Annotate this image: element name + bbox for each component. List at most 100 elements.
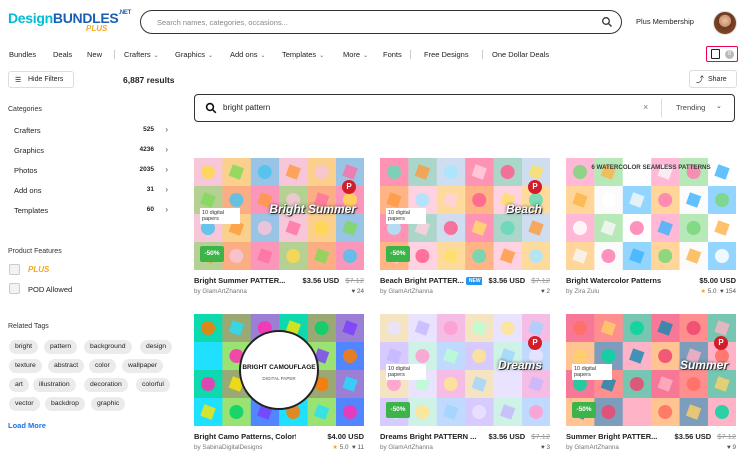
nav-item-deals[interactable]: Deals bbox=[53, 50, 72, 59]
chevron-right-icon: › bbox=[165, 185, 168, 194]
chevron-right-icon: › bbox=[165, 205, 168, 214]
nav-item-one-dollar-deals[interactable]: One Dollar Deals bbox=[492, 50, 549, 59]
nav-item-crafters[interactable]: Crafters ⌄ bbox=[124, 50, 159, 59]
product-card[interactable]: Beach 10 digital papers P -50% Beach Bright … bbox=[380, 158, 550, 295]
product-thumbnail[interactable]: 6 WATERCOLOR SEAMLESS PATTERNS bbox=[566, 158, 736, 270]
chevron-down-icon[interactable]: ⌄ bbox=[716, 102, 722, 110]
thumbnail-caption: Bright Summer bbox=[269, 202, 356, 216]
product-meta: ♥ 24 bbox=[351, 288, 364, 295]
product-thumbnail[interactable]: BRIGHT CAMOUFLAGE DIGITAL PAPER bbox=[194, 314, 364, 426]
category-add-ons[interactable]: Add ons 31 › bbox=[14, 183, 170, 197]
nav-divider bbox=[410, 50, 411, 59]
tag-chip[interactable]: backdrop bbox=[45, 397, 85, 411]
product-author[interactable]: by Zira Zulu bbox=[566, 288, 599, 295]
tag-chip[interactable]: background bbox=[84, 340, 132, 354]
discount-badge: -50% bbox=[386, 402, 410, 418]
plus-filter-checkbox[interactable] bbox=[9, 264, 20, 275]
load-more-link[interactable]: Load More bbox=[8, 421, 46, 430]
tag-chip[interactable]: abstract bbox=[48, 359, 85, 373]
related-tags-heading: Related Tags bbox=[8, 323, 49, 330]
sort-dropdown[interactable]: Trending bbox=[676, 103, 705, 112]
heart-icon[interactable]: ♥ bbox=[541, 444, 545, 451]
tag-chip[interactable]: design bbox=[140, 340, 173, 354]
category-graphics[interactable]: Graphics 4236 › bbox=[14, 143, 170, 157]
nav-label: More bbox=[343, 50, 361, 59]
thumbnail-caption: Dreams bbox=[497, 358, 542, 372]
product-thumbnail[interactable]: Bright Summer 10 digital papers P -50% bbox=[194, 158, 364, 270]
category-photos[interactable]: Photos 2035 › bbox=[14, 163, 170, 177]
category-templates[interactable]: Templates 60 › bbox=[14, 203, 170, 217]
nav-divider bbox=[482, 50, 483, 59]
clear-icon[interactable]: × bbox=[643, 102, 648, 112]
results-search-bar[interactable]: bright pattern × Trending ⌄ bbox=[194, 94, 735, 122]
tag-chip[interactable]: colorful bbox=[136, 378, 170, 392]
nav-item-bundles[interactable]: Bundles bbox=[9, 50, 36, 59]
hide-filters-button[interactable]: ☰ Hide Filters bbox=[8, 71, 74, 88]
category-crafters[interactable]: Crafters 525 › bbox=[14, 123, 170, 137]
share-button[interactable]: ⤴ Share bbox=[689, 70, 737, 88]
product-author[interactable]: by GlamArtZhanna bbox=[566, 444, 619, 451]
tag-chip[interactable]: wallpaper bbox=[122, 359, 164, 373]
main-search-input[interactable]: Search names, categories, occasions... bbox=[140, 10, 622, 34]
tag-chip[interactable]: vector bbox=[9, 397, 40, 411]
product-title[interactable]: Bright Summer PATTER... bbox=[194, 276, 296, 285]
pinterest-icon[interactable]: P bbox=[528, 336, 542, 350]
pod-allowed-checkbox[interactable] bbox=[9, 283, 20, 294]
search-icon[interactable] bbox=[601, 16, 613, 28]
heart-icon[interactable]: ♥ bbox=[720, 288, 724, 295]
tag-chip[interactable]: texture bbox=[9, 359, 42, 373]
product-thumbnail[interactable]: Dreams 10 digital papers P -50% bbox=[380, 314, 550, 426]
chevron-right-icon: › bbox=[165, 165, 168, 174]
heart-icon[interactable]: ♥ bbox=[541, 288, 545, 295]
nav-item-new[interactable]: New bbox=[87, 50, 102, 59]
product-title[interactable]: Beach Bright PATTER... NEW bbox=[380, 276, 482, 286]
product-author[interactable]: by GlamArtZhanna bbox=[194, 288, 247, 295]
product-price: $5.00 USD bbox=[699, 276, 736, 285]
product-author[interactable]: by GlamArtZhanna bbox=[380, 288, 433, 295]
product-thumbnail[interactable]: Summer 10 digital papers P -50% bbox=[566, 314, 736, 426]
product-card[interactable]: Summer 10 digital papers P -50% Summer Brigh… bbox=[566, 314, 736, 451]
tag-chip[interactable]: illustration bbox=[33, 378, 76, 392]
tag-chip[interactable]: art bbox=[9, 378, 29, 392]
product-title[interactable]: Summer Bright PATTER... bbox=[566, 432, 668, 441]
nav-label: Fonts bbox=[383, 50, 402, 59]
product-title-text: Bright Watercolor Patterns bbox=[566, 276, 662, 285]
product-card[interactable]: BRIGHT CAMOUFLAGE DIGITAL PAPER Bright Cam… bbox=[194, 314, 364, 451]
tag-chip[interactable]: graphic bbox=[91, 397, 126, 411]
tag-chip[interactable]: color bbox=[89, 359, 116, 373]
cart-button[interactable]: 0 bbox=[706, 46, 738, 62]
product-title[interactable]: Dreams Bright PATTERN ... bbox=[380, 432, 482, 441]
nav-item-fonts[interactable]: Fonts bbox=[383, 50, 402, 59]
product-thumbnail[interactable]: Beach 10 digital papers P -50% bbox=[380, 158, 550, 270]
nav-item-add-ons[interactable]: Add ons ⌄ bbox=[230, 50, 266, 59]
pinterest-icon[interactable]: P bbox=[342, 180, 356, 194]
thumbnail-caption: Summer bbox=[679, 358, 728, 372]
product-card[interactable]: Dreams 10 digital papers P -50% Dreams Brigh… bbox=[380, 314, 550, 451]
user-avatar[interactable] bbox=[713, 11, 737, 35]
results-search-input[interactable]: bright pattern bbox=[223, 103, 270, 112]
pinterest-icon[interactable]: P bbox=[528, 180, 542, 194]
plus-membership-link[interactable]: Plus Membership bbox=[636, 17, 694, 26]
pinterest-icon[interactable]: P bbox=[714, 336, 728, 350]
product-title[interactable]: Bright Camo Patterns, Colorful ... bbox=[194, 432, 296, 441]
product-author[interactable]: by GlamArtZhanna bbox=[380, 444, 433, 451]
heart-icon[interactable]: ♥ bbox=[351, 288, 355, 295]
heart-icon[interactable]: ♥ bbox=[352, 444, 356, 451]
nav-label: Deals bbox=[53, 50, 73, 59]
site-logo[interactable]: DesignBUNDLES.NET PLUS bbox=[8, 10, 131, 36]
favorites-count: 24 bbox=[356, 288, 364, 295]
tag-chip[interactable]: pattern bbox=[44, 340, 78, 354]
nav-item-templates[interactable]: Templates ⌄ bbox=[282, 50, 324, 59]
nav-item-more[interactable]: More ⌄ bbox=[343, 50, 368, 59]
product-card[interactable]: 6 WATERCOLOR SEAMLESS PATTERNS Bright Wat… bbox=[566, 158, 736, 295]
nav-item-free-designs[interactable]: Free Designs bbox=[424, 50, 469, 59]
nav-item-graphics[interactable]: Graphics ⌄ bbox=[175, 50, 213, 59]
product-title[interactable]: Bright Watercolor Patterns bbox=[566, 276, 668, 285]
thumbnail-subcaption: 10 digital papers bbox=[386, 364, 426, 380]
product-card[interactable]: Bright Summer 10 digital papers P -50% Brigh… bbox=[194, 158, 364, 295]
nav-label: One Dollar Deals bbox=[492, 50, 550, 59]
tag-chip[interactable]: decoration bbox=[84, 378, 128, 392]
product-author[interactable]: by SabinaDigitalDesigns bbox=[194, 444, 262, 451]
tag-chip[interactable]: bright bbox=[9, 340, 39, 354]
heart-icon[interactable]: ♥ bbox=[727, 444, 731, 451]
